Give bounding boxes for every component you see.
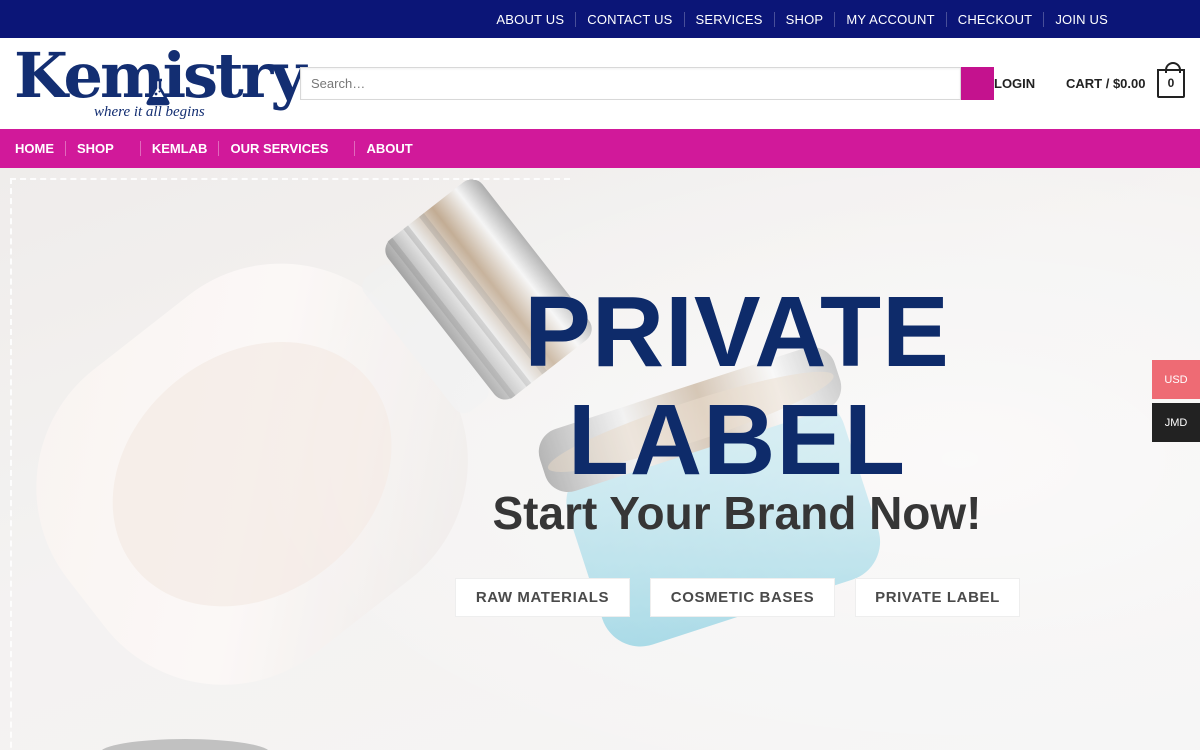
main-nav-divider <box>218 141 220 156</box>
main-nav-link-home[interactable]: HOME <box>15 141 54 156</box>
main-nav-item-home: HOME <box>15 141 54 156</box>
main-nav: HOME SHOP KEMLAB OUR SERVICES ABOUT <box>0 129 1200 168</box>
logo-tagline: where it all begins <box>94 104 205 120</box>
top-nav-link-checkout[interactable]: CHECKOUT <box>958 12 1033 27</box>
cart-link[interactable]: CART / $0.00 <box>1066 76 1145 91</box>
top-nav-item-my-account: MY ACCOUNT <box>823 12 934 27</box>
top-nav-link-contact-us[interactable]: CONTACT US <box>587 12 672 27</box>
top-nav-link-shop[interactable]: SHOP <box>786 12 824 27</box>
main-nav-item-shop: SHOP <box>77 141 114 156</box>
main-nav-divider <box>65 141 66 156</box>
top-nav-link-join-us[interactable]: JOIN US <box>1055 12 1108 27</box>
main-nav-item-about: ABOUT <box>366 141 412 156</box>
main-nav-link-shop[interactable]: SHOP <box>77 141 114 156</box>
login-link[interactable]: LOGIN <box>994 76 1035 91</box>
site-logo[interactable]: Kemistry where it all begins <box>14 40 306 128</box>
hero-banner: PRIVATE LABEL Start Your Brand Now! RAW … <box>0 168 1200 750</box>
main-nav-item-our-services: OUR SERVICES <box>230 141 328 156</box>
top-nav-link-about-us[interactable]: ABOUT US <box>496 12 564 27</box>
top-nav-item-shop: SHOP <box>763 12 824 27</box>
top-nav-link-my-account[interactable]: MY ACCOUNT <box>846 12 934 27</box>
hero-title-line2: LABEL <box>567 384 907 496</box>
search-form <box>300 67 994 100</box>
search-button[interactable] <box>961 67 994 100</box>
top-nav-item-join-us: JOIN US <box>1032 12 1108 27</box>
site-header: Kemistry where it all begins LOGIN CART … <box>0 38 1200 129</box>
top-nav-item-contact-us: CONTACT US <box>564 12 672 27</box>
main-nav-divider <box>354 141 356 156</box>
flask-icon <box>146 78 170 106</box>
currency-usd-button[interactable]: USD <box>1152 360 1200 399</box>
search-input[interactable] <box>300 67 961 100</box>
cosmetic-bases-button[interactable]: COSMETIC BASES <box>650 578 835 617</box>
top-nav-link-services[interactable]: SERVICES <box>696 12 763 27</box>
nav-divider <box>139 141 141 156</box>
main-nav-list: HOME SHOP KEMLAB OUR SERVICES ABOUT <box>15 129 413 168</box>
hero-subtitle: Start Your Brand Now! <box>492 487 982 539</box>
main-nav-link-our-services[interactable]: OUR SERVICES <box>230 141 328 156</box>
raw-materials-button[interactable]: RAW MATERIALS <box>455 578 630 617</box>
main-nav-link-about[interactable]: ABOUT <box>366 141 412 156</box>
hero-title: PRIVATE LABEL <box>437 278 1037 494</box>
main-nav-item-kemlab: KEMLAB <box>152 141 208 156</box>
top-utility-bar: ABOUT US CONTACT US SERVICES SHOP MY ACC… <box>0 0 1200 38</box>
top-nav-item-about-us: ABOUT US <box>496 12 564 27</box>
cart-bag-icon[interactable]: 0 <box>1157 62 1185 98</box>
nav-divider <box>65 141 66 156</box>
nav-divider <box>354 141 356 156</box>
main-nav-divider <box>139 141 141 156</box>
top-nav-item-services: SERVICES <box>673 12 763 27</box>
currency-jmd-button[interactable]: JMD <box>1152 403 1200 442</box>
nav-divider <box>218 141 220 156</box>
top-nav-item-checkout: CHECKOUT <box>935 12 1033 27</box>
hero-title-line1: PRIVATE <box>524 276 950 388</box>
top-nav: ABOUT US CONTACT US SERVICES SHOP MY ACC… <box>496 0 1108 38</box>
private-label-button[interactable]: PRIVATE LABEL <box>855 578 1020 617</box>
main-nav-link-kemlab[interactable]: KEMLAB <box>152 141 208 156</box>
